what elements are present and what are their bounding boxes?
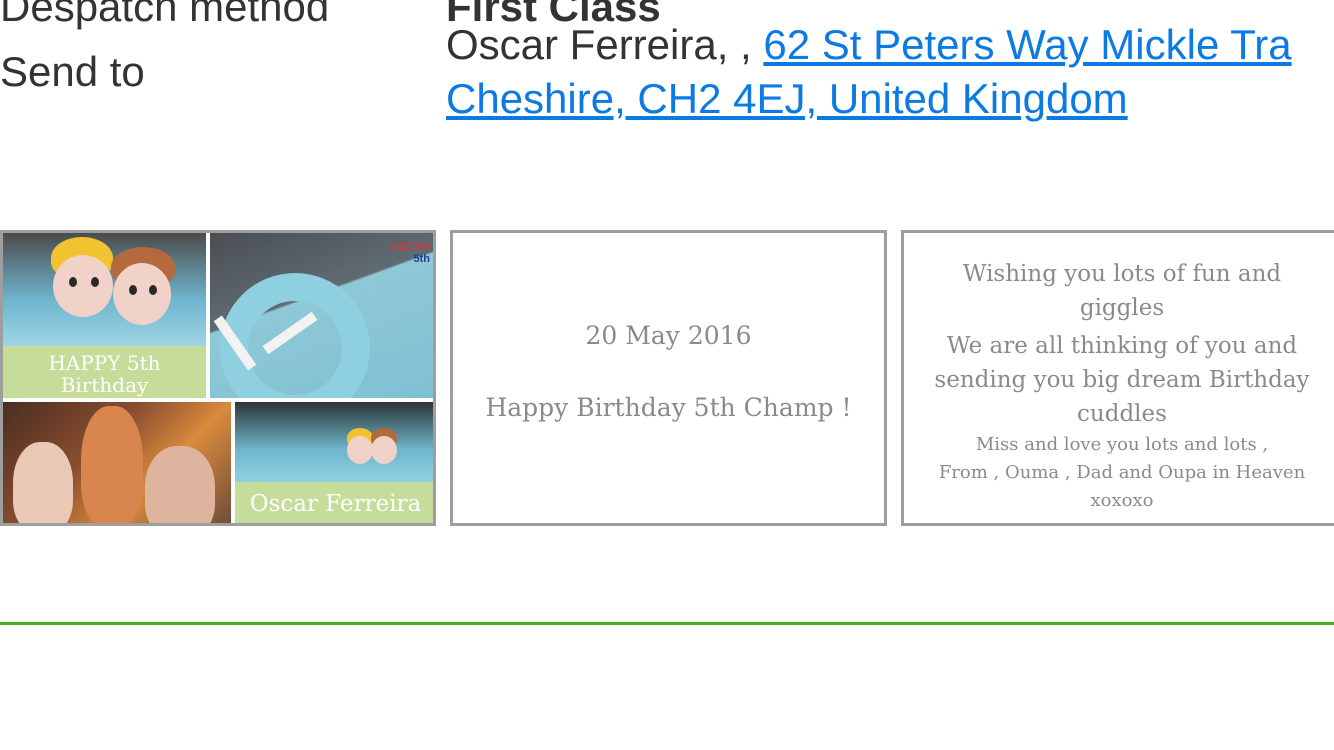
collage-caption-top: HAPPY 5th Birthday — [3, 346, 206, 398]
message-line: sending you big dream Birthday — [934, 367, 1310, 393]
message-line: xoxoxo — [1090, 490, 1154, 511]
message-line: We are all thinking of you and — [946, 333, 1298, 359]
date-panel[interactable]: 20 May 2016 Happy Birthday 5th Champ ! — [450, 230, 887, 526]
cake-text-line1: OSCAR — [390, 241, 430, 253]
send-to-address: Oscar Ferreira, , 62 St Peters Way Mickl… — [446, 24, 1292, 66]
message-line: Miss and love you lots and lots , — [975, 434, 1269, 455]
cake-plane-photo — [235, 402, 433, 482]
photo-collage-panel[interactable]: HAPPY 5th Birthday OSCAR 5th Oscar Ferre — [0, 230, 436, 526]
address-link-line2-wrap: Cheshire, CH2 4EJ, United Kingdom — [446, 78, 1128, 120]
recipient-name: Oscar Ferreira, , — [446, 21, 752, 68]
family-photo — [3, 402, 231, 523]
message-line: cuddles — [1077, 401, 1167, 427]
message-line: giggles — [1079, 295, 1165, 321]
number-cake-photo: OSCAR 5th — [210, 233, 433, 398]
message-line: Wishing you lots of fun and — [962, 261, 1282, 287]
send-to-label: Send to — [0, 48, 145, 95]
message-text: Wishing you lots of fun and giggles We a… — [908, 257, 1334, 515]
address-link-line1[interactable]: 62 St Peters Way Mickle Tra — [763, 21, 1291, 68]
cake-topper-photo — [3, 233, 206, 346]
card-title: Happy Birthday 5th Champ ! — [485, 393, 852, 422]
message-line: From , Ouma , Dad and Oupa in Heaven — [938, 462, 1306, 483]
cake-text-line2: 5th — [413, 253, 431, 265]
dispatch-method-label: Despatch method — [0, 0, 330, 30]
caption-top-line1: HAPPY 5th — [48, 351, 161, 375]
section-divider — [0, 622, 1334, 625]
collage-caption-bottom: Oscar Ferreira — [235, 482, 433, 523]
card-date: 20 May 2016 — [585, 321, 752, 350]
address-link-line2[interactable]: Cheshire, CH2 4EJ, United Kingdom — [446, 75, 1128, 122]
message-panel[interactable]: Wishing you lots of fun and giggles We a… — [901, 230, 1334, 526]
caption-top-line2: Birthday — [60, 373, 149, 397]
